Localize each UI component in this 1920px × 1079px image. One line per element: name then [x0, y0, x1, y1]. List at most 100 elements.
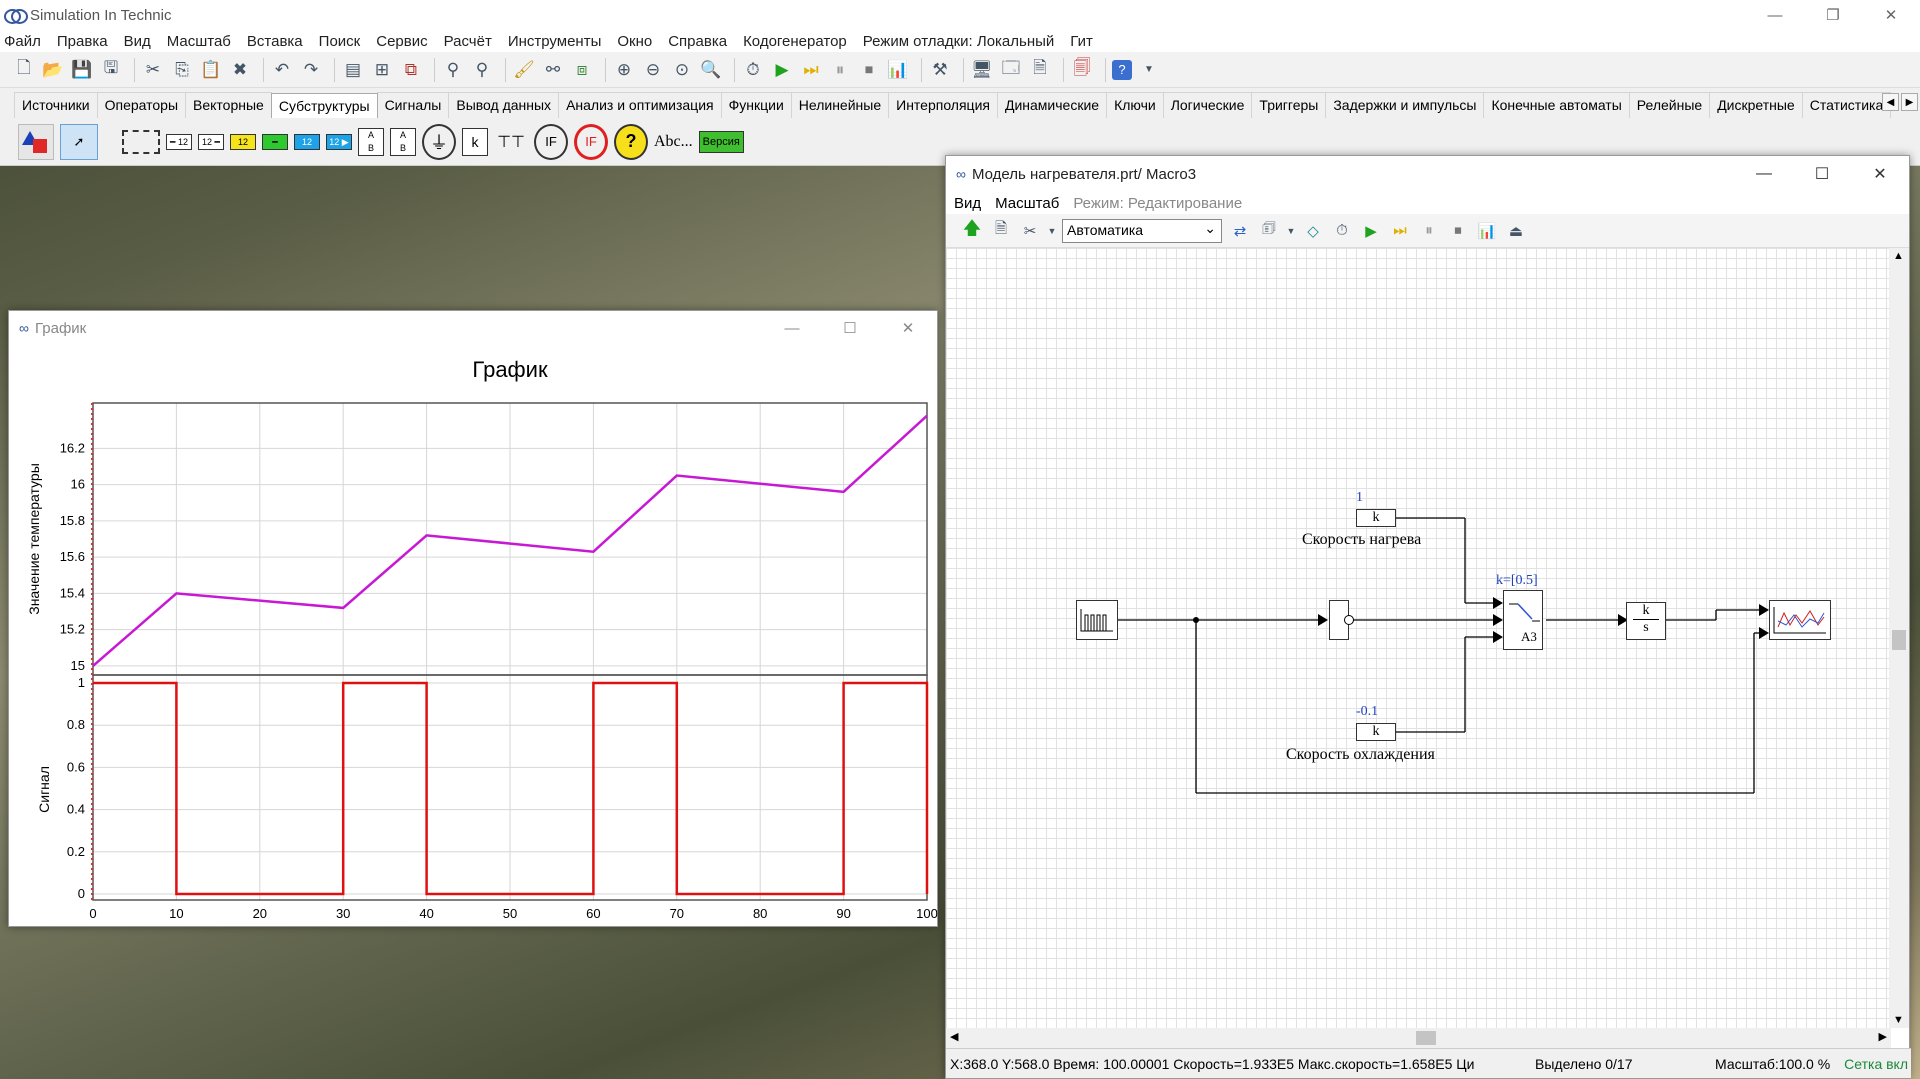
zoom-out-icon[interactable]: ⊖	[641, 58, 665, 82]
pin-icon[interactable]: ⚲	[441, 58, 465, 82]
scroll-thumb[interactable]	[1892, 630, 1906, 650]
save-icon[interactable]: 💾	[70, 58, 94, 82]
stack-dropdown-icon[interactable]: ▼	[1286, 219, 1296, 243]
tab-keys[interactable]: Ключи	[1106, 92, 1164, 118]
pause-icon[interactable]: ⏸	[828, 58, 852, 82]
block-icon[interactable]: ▤	[341, 58, 365, 82]
tab-scroll-right-icon[interactable]: ▶	[1901, 93, 1918, 111]
tab-triggers[interactable]: Триггеры	[1251, 92, 1327, 118]
menu-edit[interactable]: Правка	[57, 33, 108, 50]
code-icon[interactable]: ◇	[1301, 219, 1325, 243]
block-blue2-icon[interactable]: 12 ▶	[326, 124, 352, 160]
paste-icon[interactable]: 📋	[199, 58, 223, 82]
block-green-icon[interactable]: ━	[262, 124, 288, 160]
model-pause-icon[interactable]: ⏸	[1417, 219, 1441, 243]
tab-functions[interactable]: Функции	[720, 92, 792, 118]
frame-icon[interactable]	[122, 124, 160, 160]
menu-scale[interactable]: Масштаб	[167, 33, 231, 50]
menu-service[interactable]: Сервис	[376, 33, 427, 50]
new-file-icon[interactable]: 🗋	[12, 58, 36, 82]
menu-codegen[interactable]: Кодогенератор	[743, 33, 847, 50]
model-maximize-button[interactable]: ☐	[1793, 156, 1851, 192]
window-icon[interactable]: 🗔	[999, 58, 1023, 82]
cut-icon[interactable]: ✂	[141, 58, 165, 82]
model-step-icon[interactable]: ⏭	[1388, 219, 1412, 243]
scroll-right-icon[interactable]: ▶	[1879, 1030, 1887, 1043]
signal-generator-block[interactable]	[1076, 600, 1118, 640]
model-chart-icon[interactable]: 📊	[1475, 219, 1499, 243]
page-icon[interactable]: 🗎	[989, 219, 1013, 243]
restore-button[interactable]: ❐	[1804, 0, 1862, 30]
menu-insert[interactable]: Вставка	[247, 33, 303, 50]
help-dropdown-icon[interactable]: ▼	[1137, 58, 1161, 82]
tab-operators[interactable]: Операторы	[96, 92, 187, 118]
cool-gain-block[interactable]: k	[1356, 723, 1396, 741]
tab-statistics[interactable]: Статистика	[1801, 92, 1892, 118]
scope-block[interactable]	[1769, 600, 1831, 640]
tab-data-output[interactable]: Вывод данных	[448, 92, 560, 118]
scroll-down-icon[interactable]: ▼	[1893, 1014, 1904, 1026]
zoom-icon[interactable]: 🔍	[699, 58, 723, 82]
if-disabled-icon[interactable]: IF	[574, 123, 608, 160]
mux-icon[interactable]: AB	[358, 124, 384, 160]
binoculars-icon[interactable]: ⚯	[541, 58, 565, 82]
copy-icon[interactable]: ⎘	[170, 58, 194, 82]
open-folder-icon[interactable]: 📂	[41, 58, 65, 82]
menu-git[interactable]: Гит	[1070, 33, 1093, 50]
graph-maximize-button[interactable]: ☐	[821, 311, 879, 345]
menu-search[interactable]: Поиск	[319, 33, 361, 50]
tab-sources[interactable]: Источники	[14, 92, 98, 118]
shapes-icon[interactable]	[18, 123, 54, 160]
stop-icon[interactable]: ⏹	[857, 58, 881, 82]
tab-nonlinear[interactable]: Нелинейные	[790, 92, 890, 118]
graph-close-button[interactable]: ✕	[879, 311, 937, 345]
tab-vector[interactable]: Векторные	[185, 92, 272, 118]
demux-icon[interactable]: AB	[390, 124, 416, 160]
model-menu-scale[interactable]: Масштаб	[995, 195, 1059, 212]
up-arrow-icon[interactable]: 🡅	[960, 218, 984, 243]
report-icon[interactable]: 🗐	[1070, 58, 1094, 82]
tab-logical[interactable]: Логические	[1162, 92, 1253, 118]
tab-state-machines[interactable]: Конечные автоматы	[1483, 92, 1630, 118]
menu-window[interactable]: Окно	[617, 33, 652, 50]
menu-tools[interactable]: Инструменты	[508, 33, 602, 50]
tab-relay[interactable]: Релейные	[1628, 92, 1711, 118]
menu-file[interactable]: Файл	[4, 33, 41, 50]
model-timer-icon[interactable]: ⏱	[1330, 219, 1354, 243]
delete-icon[interactable]: ✖	[228, 58, 252, 82]
if-block-icon[interactable]: IF	[534, 123, 568, 160]
block-yellow-icon[interactable]: 12	[230, 124, 256, 160]
timer-icon[interactable]: ⏱	[741, 58, 765, 82]
menu-debug-mode[interactable]: Режим отладки: Локальный	[863, 33, 1055, 50]
exit-icon[interactable]: ⏏	[1504, 219, 1528, 243]
switch-block[interactable]: A3	[1503, 590, 1543, 650]
ground-icon[interactable]: ⏚	[422, 123, 456, 160]
integrator-block[interactable]: k s	[1626, 602, 1666, 640]
model-close-button[interactable]: ✕	[1851, 156, 1909, 192]
stack-icon[interactable]: 🗊	[1257, 219, 1281, 243]
tab-substructures[interactable]: Субструктуры	[270, 93, 378, 119]
hscroll-thumb[interactable]	[1416, 1031, 1436, 1045]
help-icon[interactable]: ?	[1112, 59, 1132, 80]
menu-calc[interactable]: Расчёт	[444, 33, 492, 50]
menu-help[interactable]: Справка	[668, 33, 727, 50]
tree-icon[interactable]: ⊞	[370, 58, 394, 82]
run-icon[interactable]: ▶	[770, 58, 794, 82]
tab-delays[interactable]: Задержки и импульсы	[1325, 92, 1485, 118]
tools-icon[interactable]: ✂	[1018, 219, 1042, 243]
undo-icon[interactable]: ↶	[270, 58, 294, 82]
block-blue-icon[interactable]: 12	[294, 124, 320, 160]
settings-tools-icon[interactable]: ⚒	[928, 58, 952, 82]
tab-dynamic[interactable]: Динамические	[996, 92, 1108, 118]
model-vertical-scrollbar[interactable]: ▲ ▼	[1889, 248, 1909, 1028]
model-canvas[interactable]: 1 k Скорость нагрева -0.1 k Скорость охл…	[946, 248, 1891, 1028]
tab-interpolation[interactable]: Интерполяция	[888, 92, 998, 118]
text-label-tool[interactable]: Abc...	[654, 124, 693, 160]
tab-discrete[interactable]: Дискретные	[1709, 92, 1803, 118]
redo-icon[interactable]: ↷	[299, 58, 323, 82]
model-horizontal-scrollbar[interactable]: ◀ ▶	[946, 1028, 1891, 1048]
block-in-icon[interactable]: ━ 12	[166, 124, 192, 160]
tab-scroll-left-icon[interactable]: ◀	[1882, 93, 1899, 111]
pointer-icon[interactable]: ➚	[60, 123, 98, 160]
model-menu-view[interactable]: Вид	[954, 195, 981, 212]
